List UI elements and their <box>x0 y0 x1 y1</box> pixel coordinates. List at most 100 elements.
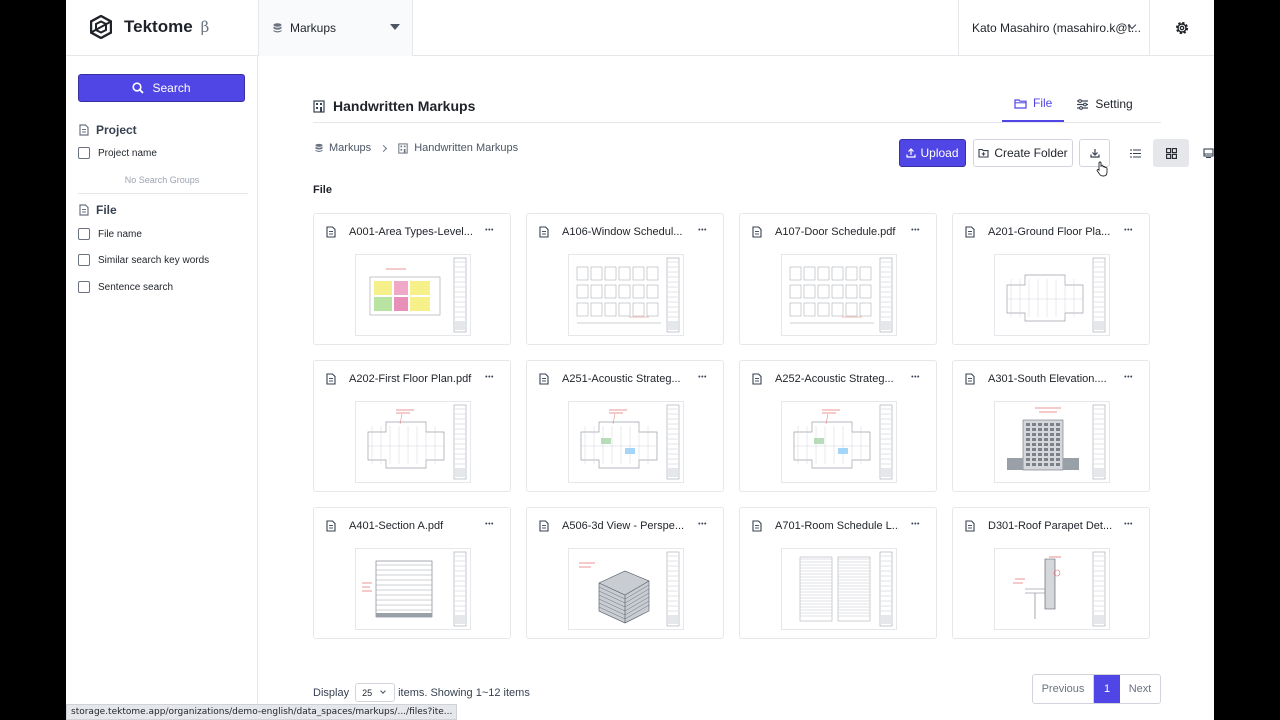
file-icon <box>539 226 549 238</box>
breadcrumb-item[interactable]: Markups <box>329 142 371 154</box>
file-card-header: A401-Section A.pdf <box>326 518 500 534</box>
more-options-icon[interactable]: ••• <box>485 374 494 381</box>
preview-view-button[interactable] <box>1190 139 1214 167</box>
file-card[interactable]: A001-Area Types-Level... ••• <box>313 213 511 345</box>
file-card[interactable]: A252-Acoustic Strateg... ••• <box>739 360 937 492</box>
thumbnail-drawing <box>1007 404 1106 480</box>
file-thumbnail[interactable] <box>355 401 471 483</box>
grid-view-button[interactable] <box>1153 139 1189 167</box>
file-thumbnail[interactable] <box>568 548 684 630</box>
gear-icon[interactable] <box>1174 20 1190 36</box>
file-thumbnail[interactable] <box>994 254 1110 336</box>
file-name[interactable]: A506-3d View - Perspe... <box>562 520 686 532</box>
file-name[interactable]: A301-South Elevation.... <box>988 373 1112 385</box>
file-card[interactable]: D301-Roof Parapet Det... ••• <box>952 507 1150 639</box>
file-thumbnail[interactable] <box>994 548 1110 630</box>
file-card[interactable]: A301-South Elevation.... ••• <box>952 360 1150 492</box>
user-menu[interactable]: Kato Masahiro (masahiro.k@t... <box>958 0 1150 56</box>
search-button[interactable]: Search <box>78 74 245 102</box>
more-options-icon[interactable]: ••• <box>485 521 494 528</box>
thumbnail-drawing <box>580 404 680 480</box>
file-name[interactable]: A701-Room Schedule L... <box>775 520 899 532</box>
page-1-button[interactable]: 1 <box>1094 675 1120 703</box>
no-search-groups-text: No Search Groups <box>124 175 200 185</box>
file-name[interactable]: A107-Door Schedule.pdf <box>775 226 899 238</box>
file-card[interactable]: A401-Section A.pdf ••• <box>313 507 511 639</box>
file-thumbnail[interactable] <box>568 254 684 336</box>
file-thumbnail[interactable] <box>781 401 897 483</box>
more-options-icon[interactable]: ••• <box>698 227 707 234</box>
previous-page-button[interactable]: Previous <box>1033 675 1094 703</box>
file-icon <box>326 373 336 385</box>
checkbox[interactable] <box>78 254 90 266</box>
file-section-label: File <box>313 184 332 196</box>
checkbox[interactable] <box>78 147 90 159</box>
file-card[interactable]: A701-Room Schedule L... ••• <box>739 507 937 639</box>
more-options-icon[interactable]: ••• <box>911 227 920 234</box>
file-thumbnail[interactable] <box>355 548 471 630</box>
filter-similar-keywords[interactable]: Similar search key words <box>78 254 209 266</box>
next-page-button[interactable]: Next <box>1120 675 1160 703</box>
more-options-icon[interactable]: ••• <box>1124 374 1133 381</box>
data-space-select[interactable]: Markups <box>258 0 413 56</box>
list-view-button[interactable] <box>1117 139 1153 167</box>
file-thumbnail[interactable] <box>994 401 1110 483</box>
file-card[interactable]: A201-Ground Floor Pla... ••• <box>952 213 1150 345</box>
folder-icon <box>1014 98 1027 109</box>
file-icon <box>326 520 336 532</box>
file-icon <box>752 373 762 385</box>
tab-setting[interactable]: Setting <box>1064 86 1144 122</box>
more-options-icon[interactable]: ••• <box>698 374 707 381</box>
tab-file[interactable]: File <box>1002 86 1065 122</box>
more-options-icon[interactable]: ••• <box>911 374 920 381</box>
file-thumbnail[interactable] <box>568 401 684 483</box>
list-icon <box>1129 149 1141 157</box>
filter-project-name[interactable]: Project name <box>78 147 157 159</box>
sidebar: Search Project Project name No Search Gr… <box>66 56 287 720</box>
top-bar: Tektome β Markups Kato Masahiro (masahir… <box>66 0 1214 56</box>
file-thumbnail[interactable] <box>781 548 897 630</box>
file-thumbnail[interactable] <box>355 254 471 336</box>
file-name[interactable]: A401-Section A.pdf <box>349 520 473 532</box>
file-icon <box>326 226 336 238</box>
more-options-icon[interactable]: ••• <box>1124 227 1133 234</box>
more-options-icon[interactable]: ••• <box>698 521 707 528</box>
file-name[interactable]: A001-Area Types-Level... <box>349 226 473 238</box>
file-card[interactable]: A202-First Floor Plan.pdf ••• <box>313 360 511 492</box>
app-name: Tektome <box>124 17 193 36</box>
file-name[interactable]: A201-Ground Floor Pla... <box>988 226 1112 238</box>
per-page-select[interactable]: 25 <box>355 683 396 702</box>
checkbox[interactable] <box>78 228 90 240</box>
breadcrumb-item[interactable]: Handwritten Markups <box>414 142 518 154</box>
divider <box>313 122 1161 123</box>
database-icon <box>315 143 323 152</box>
upload-button[interactable]: Upload <box>899 139 966 167</box>
filter-file-name[interactable]: File name <box>78 228 142 240</box>
file-card[interactable]: A506-3d View - Perspe... ••• <box>526 507 724 639</box>
checkbox[interactable] <box>78 281 90 293</box>
file-name[interactable]: A202-First Floor Plan.pdf <box>349 373 473 385</box>
more-options-icon[interactable]: ••• <box>485 227 494 234</box>
file-icon <box>965 226 975 238</box>
file-card-header: A106-Window Schedul... <box>539 224 713 240</box>
data-space-label: Markups <box>290 21 337 35</box>
logo[interactable]: Tektome β <box>90 15 209 39</box>
file-card-header: A301-South Elevation.... <box>965 371 1139 387</box>
building-icon <box>313 99 325 113</box>
file-name[interactable]: A251-Acoustic Strateg... <box>562 373 686 385</box>
file-thumbnail[interactable] <box>781 254 897 336</box>
thumbnail-drawing <box>793 404 893 480</box>
more-options-icon[interactable]: ••• <box>1124 521 1133 528</box>
file-name[interactable]: D301-Roof Parapet Det... <box>988 520 1112 532</box>
file-name[interactable]: A106-Window Schedul... <box>562 226 686 238</box>
file-card[interactable]: A107-Door Schedule.pdf ••• <box>739 213 937 345</box>
more-options-icon[interactable]: ••• <box>911 521 920 528</box>
tab-bar: File Setting <box>1002 86 1145 122</box>
create-folder-button[interactable]: Create Folder <box>973 139 1073 167</box>
file-card[interactable]: A106-Window Schedul... ••• <box>526 213 724 345</box>
document-icon <box>79 204 89 216</box>
file-card[interactable]: A251-Acoustic Strateg... ••• <box>526 360 724 492</box>
search-button-label: Search <box>152 81 191 95</box>
file-name[interactable]: A252-Acoustic Strateg... <box>775 373 899 385</box>
filter-sentence-search[interactable]: Sentence search <box>78 281 173 293</box>
